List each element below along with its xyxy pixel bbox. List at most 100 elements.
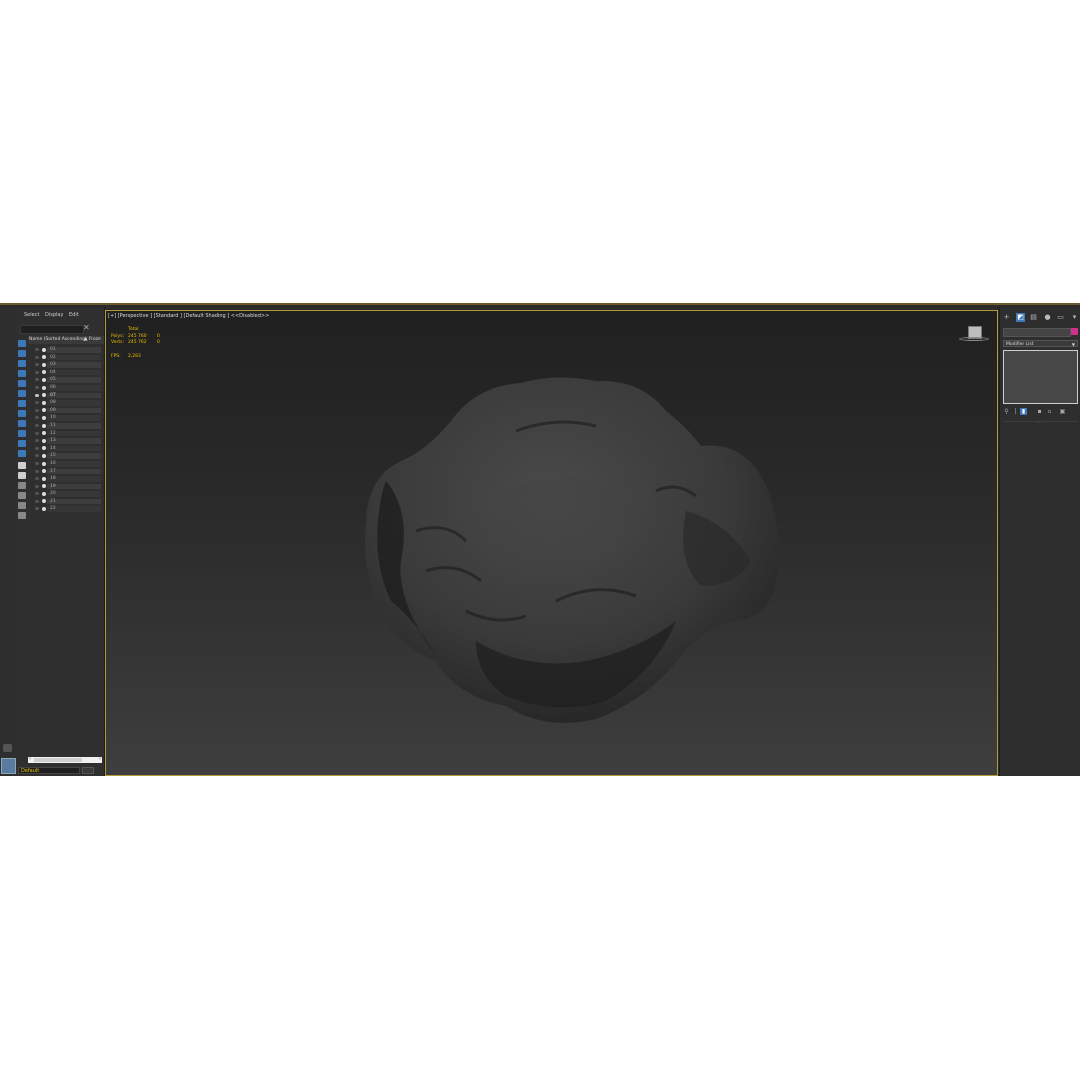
viewport-label[interactable]: [+] [Perspective ] [Standard ] [Default … [108, 313, 269, 319]
display-spacewarps-icon[interactable] [18, 400, 26, 407]
display-bones-icon[interactable] [18, 430, 26, 437]
eye-icon[interactable] [35, 499, 39, 503]
eye-icon[interactable] [35, 348, 39, 351]
rock-mesh[interactable] [356, 371, 786, 731]
viewport-layout-tile[interactable] [1, 758, 16, 774]
viewcube[interactable] [959, 323, 989, 345]
create-icon[interactable]: + [1002, 313, 1011, 322]
display-all-icon[interactable] [18, 472, 26, 479]
list-item[interactable]: 05 [28, 376, 104, 384]
list-item[interactable]: 04 [28, 369, 104, 377]
make-unique-icon[interactable]: ▮ [1020, 408, 1027, 415]
pin-stack-icon[interactable]: ⚲ [1003, 408, 1010, 415]
perspective-viewport[interactable]: [+] [Perspective ] [Standard ] [Default … [105, 310, 998, 776]
list-item[interactable]: 12 [28, 430, 104, 438]
list-item[interactable]: 01 [28, 346, 104, 354]
modify-icon[interactable]: ◩ [1016, 313, 1025, 322]
eye-icon[interactable] [35, 401, 39, 405]
hierarchy-icon[interactable]: ▤ [1029, 313, 1038, 322]
configure-button[interactable] [3, 744, 12, 752]
eye-icon[interactable] [35, 423, 39, 427]
eye-icon[interactable] [35, 439, 39, 443]
eye-icon[interactable] [35, 446, 39, 450]
viewcube-compass-icon[interactable] [959, 337, 989, 341]
display-hidden-icon[interactable] [18, 462, 26, 469]
eye-icon[interactable] [35, 507, 39, 511]
eye-icon[interactable] [35, 492, 39, 496]
eye-icon[interactable] [35, 355, 39, 359]
eye-icon[interactable] [35, 378, 39, 382]
display-cameras-icon[interactable] [18, 380, 26, 387]
edit-modifier-icon[interactable]: ▣ [1059, 408, 1066, 415]
list-item[interactable]: 02 [28, 354, 104, 362]
display-containers-icon[interactable] [18, 440, 26, 447]
eye-icon[interactable] [35, 385, 39, 389]
display-groups-icon[interactable] [18, 410, 26, 417]
object-name-field[interactable] [1003, 328, 1071, 337]
eye-icon[interactable] [35, 431, 39, 435]
list-item[interactable]: 21 [28, 498, 104, 506]
column-name-label[interactable]: Name (Sorted Ascending) [29, 336, 87, 344]
show-end-result-icon[interactable]: | [1012, 408, 1019, 415]
eye-icon[interactable] [35, 484, 39, 488]
object-color-swatch[interactable] [1071, 328, 1078, 335]
list-item[interactable]: 15 [28, 452, 104, 460]
explorer-column-header[interactable]: Name (Sorted Ascending) ▲ Froze [28, 336, 104, 344]
configure-sets-icon[interactable]: ▫ [1046, 408, 1053, 415]
list-item[interactable]: 03 [28, 361, 104, 369]
layer-toggle-button[interactable] [82, 767, 94, 774]
display-xrefs-icon[interactable] [18, 420, 26, 427]
eye-icon[interactable] [35, 393, 39, 397]
list-item[interactable]: 14 [28, 445, 104, 453]
motion-icon[interactable]: ● [1043, 313, 1052, 322]
list-item[interactable]: 17 [28, 468, 104, 476]
list-item[interactable]: 10 [28, 414, 104, 422]
display-lights-icon[interactable] [18, 370, 26, 377]
list-item[interactable]: 11 [28, 422, 104, 430]
display-none-toggle-icon[interactable] [18, 482, 26, 489]
explorer-search-input[interactable] [20, 325, 84, 334]
panel-grip[interactable]: ··· [1037, 420, 1041, 425]
utilities-icon[interactable]: ▾ [1070, 313, 1079, 322]
list-item[interactable]: 07 [28, 392, 104, 400]
eye-icon[interactable] [35, 469, 39, 473]
scroll-right-icon[interactable]: › [99, 756, 101, 762]
eye-icon[interactable] [35, 408, 39, 412]
scroll-left-icon[interactable]: ‹ [29, 756, 31, 762]
list-item[interactable]: 08 [28, 399, 104, 407]
list-item[interactable]: 22 [28, 505, 104, 513]
eye-icon[interactable] [35, 461, 39, 465]
list-item[interactable]: 06 [28, 384, 104, 392]
modifier-list-dropdown[interactable]: Modifier List ▼ [1003, 340, 1078, 347]
list-item[interactable]: 13 [28, 437, 104, 445]
list-item[interactable]: 18 [28, 475, 104, 483]
display-geometry-icon[interactable] [18, 350, 26, 357]
menu-display[interactable]: Display [45, 312, 63, 318]
eye-icon[interactable] [35, 477, 39, 481]
explorer-hscroll[interactable]: ‹ › [28, 756, 102, 763]
menu-select[interactable]: Select [24, 312, 39, 318]
list-item[interactable]: 09 [28, 407, 104, 415]
display-shapes-icon[interactable] [18, 360, 26, 367]
invert-display-icon[interactable] [18, 492, 26, 499]
column-frozen-label[interactable]: ▲ Froze [84, 336, 101, 344]
list-item[interactable]: 19 [28, 483, 104, 491]
filter-icon[interactable] [18, 502, 26, 509]
eye-icon[interactable] [35, 363, 39, 367]
menu-edit[interactable]: Edit [69, 312, 79, 318]
find-icon[interactable] [18, 512, 26, 519]
display-helpers-icon[interactable] [18, 390, 26, 397]
list-item[interactable]: 16 [28, 460, 104, 468]
list-item[interactable]: 20 [28, 490, 104, 498]
clear-search-icon[interactable]: ✕ [83, 323, 90, 332]
eye-icon[interactable] [35, 370, 39, 374]
modifier-stack[interactable] [1003, 350, 1078, 404]
remove-modifier-icon[interactable]: ▪ [1036, 408, 1043, 415]
scroll-thumb[interactable] [34, 758, 82, 762]
display-none-icon[interactable] [18, 340, 26, 347]
eye-icon[interactable] [35, 454, 39, 458]
display-frozen-icon[interactable] [18, 450, 26, 457]
eye-icon[interactable] [35, 416, 39, 420]
display-icon[interactable]: ▭ [1056, 313, 1065, 322]
current-layer-field[interactable]: Default [18, 767, 80, 774]
